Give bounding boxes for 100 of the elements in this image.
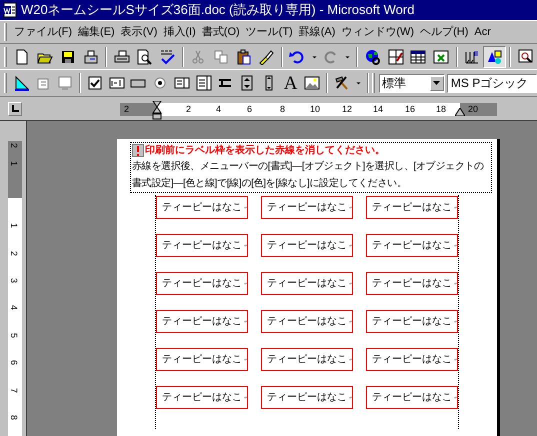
label-text: ティーピーはなこ (372, 353, 452, 367)
ruler-triangle-icon[interactable] (14, 75, 30, 91)
menu-item[interactable]: 罫線(A) (296, 24, 338, 40)
style-dropdown[interactable]: 標準 (378, 74, 445, 92)
menu-item[interactable]: ツール(T) (242, 24, 296, 40)
return-mark-icon (454, 395, 457, 400)
label-text: ティーピーはなこ (267, 201, 347, 215)
zoom-magnifier-icon[interactable] (518, 48, 534, 64)
menu-item[interactable]: 書式(O) (198, 24, 243, 40)
print-preview-icon[interactable] (136, 48, 152, 64)
ruler-number: 2 (9, 251, 18, 256)
ruler-number: 2 (186, 103, 192, 116)
picture-icon[interactable] (304, 75, 320, 91)
spreadsheet-icon[interactable] (433, 48, 450, 64)
label-tool-button[interactable]: A (280, 72, 302, 94)
menu-item[interactable]: Acr (471, 24, 494, 40)
label-text: ティーピーはなこ (267, 353, 347, 367)
ruler-number: 1 (9, 223, 18, 228)
return-mark-icon (244, 357, 247, 362)
ruler-number: 6 (9, 360, 18, 365)
return-mark-icon (349, 243, 352, 248)
label-text: ティーピーはなこ (162, 315, 242, 329)
tab-stop-button[interactable] (8, 102, 22, 116)
text-field-icon[interactable] (108, 75, 125, 91)
globe-icon[interactable] (364, 48, 381, 64)
new-document-icon[interactable] (14, 48, 30, 64)
menu-item[interactable]: ファイル(F) (11, 24, 76, 40)
ruler-number: 2 (124, 103, 130, 116)
vertical-ruler[interactable]: 2 1 1 2 3 4 5 6 7 8 (8, 141, 22, 436)
document-icon[interactable] (2, 2, 18, 18)
ruler-number: 10 (310, 103, 320, 116)
return-mark-icon (454, 319, 457, 324)
return-mark-icon (454, 357, 457, 362)
ruler-number: 16 (405, 103, 416, 116)
warning-icon (132, 144, 144, 157)
ruler-number: 20 (468, 103, 478, 116)
checkbox-icon[interactable] (87, 75, 103, 91)
font-dropdown[interactable]: MS Pゴシック (446, 74, 537, 92)
printer-icon[interactable] (114, 48, 130, 64)
label-text: ティーピーはなこ (372, 391, 452, 405)
dropdown-arrow-icon (433, 81, 440, 85)
return-mark-icon (349, 395, 352, 400)
radio-button-icon[interactable] (152, 75, 168, 91)
table-grid-icon[interactable] (410, 48, 426, 64)
ruler-number: 12 (342, 103, 352, 116)
list-box-icon[interactable] (174, 75, 190, 91)
ruler-number: 1 (9, 161, 18, 166)
label-text: ティーピーはなこ (267, 239, 347, 253)
table-pencil-icon[interactable] (388, 48, 404, 64)
spelling-check-icon[interactable] (159, 48, 176, 64)
spin-button-icon[interactable] (239, 75, 256, 91)
instruction-text: 赤線を選択後、メニューバーの[書式]—[オブジェクト]を選択し、[オブジェクトの書式設定]—[色と線]で[線]の[色]を[線なし]に設定してください。 (132, 160, 485, 191)
left-tab-icon (12, 105, 18, 112)
menu-item[interactable]: 表示(V) (118, 24, 160, 40)
return-mark-icon (244, 395, 247, 400)
indent-marker-icon[interactable] (152, 101, 162, 121)
window-title: W20ネームシールSサイズ36面.doc (読み取り専用) - Microsoft Word (21, 1, 414, 20)
combo-box-icon[interactable] (196, 75, 212, 91)
return-mark-icon (244, 205, 247, 210)
drawing-toggle-button[interactable] (483, 46, 506, 68)
ruler-number: 6 (247, 103, 252, 116)
return-mark-icon (349, 281, 352, 286)
return-mark-icon (349, 357, 352, 362)
ruler-number: 4 (216, 103, 222, 116)
return-mark-icon (244, 281, 247, 286)
label-text: ティーピーはなこ (372, 239, 452, 253)
label-text: ティーピーはなこ (162, 353, 242, 367)
menu-item[interactable]: ウィンドウ(W) (338, 24, 418, 40)
ruler-number: 5 (9, 333, 18, 338)
undo-arrow-icon[interactable] (289, 48, 306, 64)
code-window-icon[interactable] (57, 75, 74, 91)
paste-icon[interactable] (236, 48, 252, 64)
label-text: ティーピーはなこ (162, 201, 242, 215)
ruler-number: 18 (436, 103, 446, 116)
return-mark-icon (454, 243, 457, 248)
hammer-icon[interactable] (334, 75, 350, 91)
label-text: ティーピーはなこ (162, 277, 242, 291)
label-text: ティーピーはなこ (162, 239, 242, 253)
return-mark-icon (349, 205, 352, 210)
ruler-number: 8 (9, 415, 18, 420)
warning-text: 印刷前にラベル枠を表示した赤線を消してください。 (145, 144, 385, 158)
ruler-number: 8 (280, 103, 286, 116)
label-text: ティーピーはなこ (267, 315, 347, 329)
label-text: ティーピーはなこ (372, 201, 452, 215)
menu-item[interactable]: 挿入(I) (160, 24, 199, 40)
ruler-number: 4 (9, 305, 18, 310)
ruler-number: 7 (9, 388, 18, 393)
ruler-number: 14 (373, 103, 384, 116)
menu-item[interactable]: 編集(E) (75, 24, 118, 40)
ruler-number: 3 (9, 278, 18, 283)
return-mark-icon (349, 319, 352, 324)
label-text: ティーピーはなこ (267, 391, 347, 405)
return-mark-icon (454, 205, 457, 210)
menu-item[interactable]: ヘルプ(H) (417, 24, 472, 40)
copy-icon[interactable] (212, 48, 229, 64)
return-mark-icon (244, 319, 247, 324)
paintbrush-icon[interactable] (258, 48, 274, 64)
right-indent-marker-icon[interactable] (455, 108, 465, 116)
label-text: ティーピーはなこ (162, 391, 242, 405)
return-mark-icon (454, 281, 457, 286)
